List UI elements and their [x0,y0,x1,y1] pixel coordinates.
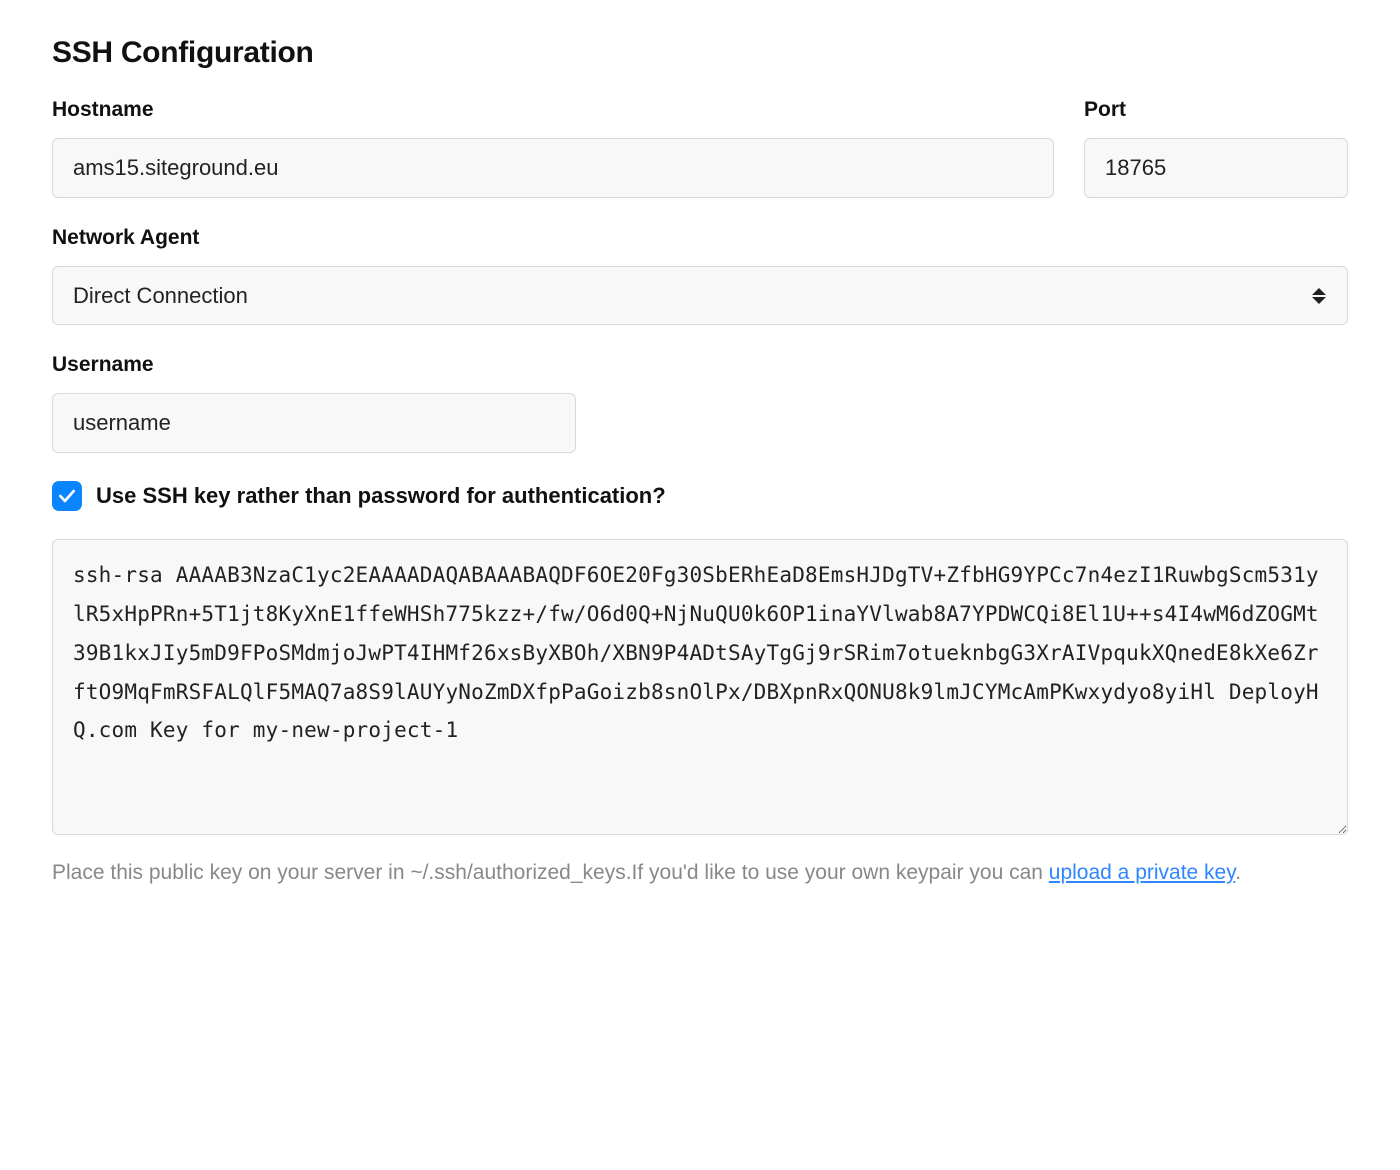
use-ssh-key-label: Use SSH key rather than password for aut… [96,483,666,509]
network-agent-label: Network Agent [52,226,1348,250]
port-label: Port [1084,98,1348,122]
network-agent-select[interactable]: Direct Connection [52,266,1348,325]
upload-private-key-link[interactable]: upload a private key [1049,861,1235,884]
check-icon [57,486,77,506]
section-title: SSH Configuration [52,36,1348,70]
help-text-before: Place this public key on your server in … [52,861,1049,884]
help-text-after: . [1235,861,1241,884]
help-text: Place this public key on your server in … [52,857,1348,889]
ssh-public-key-textarea[interactable]: ssh-rsa AAAAB3NzaC1yc2EAAAADAQABAAABAQDF… [52,539,1348,835]
hostname-input[interactable] [52,138,1054,198]
hostname-label: Hostname [52,98,1054,122]
username-input[interactable] [52,393,576,453]
username-label: Username [52,353,576,377]
use-ssh-key-checkbox[interactable] [52,481,82,511]
port-input[interactable] [1084,138,1348,198]
